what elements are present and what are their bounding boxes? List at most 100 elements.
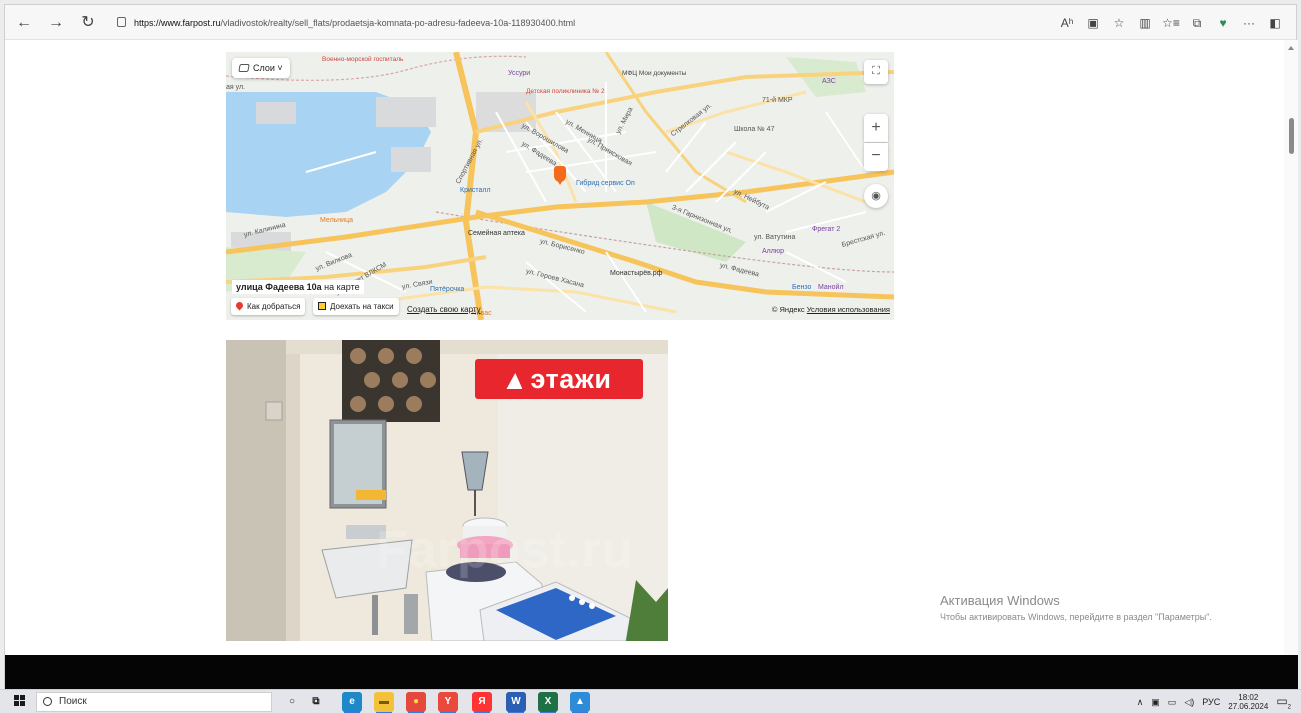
- zoom-out-button[interactable]: −: [864, 143, 888, 171]
- fullscreen-button[interactable]: ⛶: [864, 60, 888, 84]
- taxi-button-label: Доехать на такси: [330, 302, 394, 311]
- brand-label: этажи: [530, 364, 612, 394]
- terms-link[interactable]: Условия использования: [807, 305, 890, 314]
- map-label-fregat: Фрегат 2: [812, 226, 841, 233]
- browser-toolbar: ← → ↻ https://www.farpost.ru/vladivostok…: [5, 5, 1296, 40]
- taxi-button[interactable]: Доехать на такси: [313, 298, 399, 315]
- activation-title: Активация Windows: [940, 593, 1060, 608]
- route-button[interactable]: Как добраться: [231, 298, 306, 315]
- favorite-icon[interactable]: ☆: [1106, 12, 1132, 34]
- photo-watermark: Farpost.ru: [376, 521, 634, 579]
- notification-center-icon[interactable]: ▭2: [1276, 694, 1291, 710]
- map-label-ussuri: Уссури: [508, 70, 531, 77]
- scroll-up-arrow-icon[interactable]: [1288, 46, 1294, 50]
- tray-display-icon[interactable]: ▭: [1168, 697, 1177, 708]
- route-pin-icon: [234, 300, 245, 311]
- taskbar-chrome-icon[interactable]: ●: [406, 692, 426, 713]
- windows-taskbar: Поиск ○ ⧉ e ▬ ● Y Я W X ▲ ∧ ▣ ▭ ◁) РУС 18:02 27.06…: [0, 689, 1301, 713]
- map-label-gibrid: Гибрид сервис Оп: [576, 180, 635, 187]
- geolocation-button[interactable]: ◉: [864, 184, 888, 208]
- collections-icon[interactable]: ⧉: [1184, 12, 1210, 34]
- browser-toolbar-icons: Aʰ ▣ ☆ ▥ ☆≡ ⧉ ♥ ··· ◧: [1054, 12, 1288, 34]
- tray-clock[interactable]: 18:02 27.06.2024: [1228, 693, 1268, 711]
- taskbar-search-input[interactable]: Поиск: [36, 692, 272, 712]
- yandex-map[interactable]: Военно-морской госпиталь Уссури МФЦ Мои …: [226, 52, 894, 320]
- clock-time: 18:02: [1238, 693, 1259, 702]
- read-aloud-icon[interactable]: Aʰ: [1054, 12, 1080, 34]
- taskbar-excel-icon[interactable]: X: [538, 692, 558, 713]
- reload-button[interactable]: ↻: [77, 12, 99, 34]
- address-bar[interactable]: https://www.farpost.ru/vladivostok/realt…: [109, 11, 1009, 35]
- map-label-pyaterochka: Пятёрочка: [430, 286, 465, 293]
- map-label-melnitsa: Мельница: [320, 217, 353, 224]
- taskbar-photos-icon[interactable]: ▲: [570, 692, 590, 713]
- url-path: /vladivostok/realty/sell_flats/prodaetsj…: [220, 18, 576, 28]
- map-label-azs: АЗС: [822, 78, 836, 85]
- chevron-down-icon: ˅: [277, 63, 283, 73]
- map-street-fragment: ая ул.: [226, 84, 246, 91]
- map-label-benzo: Бензо: [792, 284, 812, 291]
- map-street-vatutina: ул. Ватутина: [754, 234, 796, 241]
- brand-badge: этажи: [475, 359, 643, 399]
- map-label-mfc: МФЦ Мои документы: [622, 70, 687, 77]
- url-host: https://www.farpost.ru: [134, 18, 221, 28]
- clock-date: 27.06.2024: [1228, 702, 1269, 711]
- search-icon: [43, 697, 52, 706]
- taskbar-yandex-browser-icon[interactable]: Y: [438, 692, 458, 713]
- taskbar-yandex-icon[interactable]: Я: [472, 692, 492, 713]
- map-label-school: Школа № 47: [734, 126, 775, 133]
- scroll-thumb[interactable]: [1289, 118, 1294, 154]
- map-label-kristall: Кристалл: [460, 187, 491, 194]
- notification-count: 2: [1287, 704, 1291, 711]
- tray-chevron-up-icon[interactable]: ∧: [1137, 697, 1144, 708]
- layers-label: Слои: [253, 63, 275, 73]
- more-menu-icon[interactable]: ···: [1236, 12, 1262, 34]
- route-button-label: Как добраться: [247, 302, 301, 311]
- layers-button[interactable]: Слои ˅: [232, 58, 290, 78]
- taskbar-explorer-icon[interactable]: ▬: [374, 692, 394, 713]
- zoom-in-button[interactable]: +: [864, 114, 888, 142]
- activation-subtitle: Чтобы активировать Windows, перейдите в …: [940, 612, 1212, 622]
- location-pin-icon[interactable]: [554, 166, 566, 185]
- map-label-children-clinic: Детская поликлиника № 2: [526, 88, 605, 95]
- map-copyright: © Яндекс Условия использования: [772, 305, 890, 314]
- immersive-reader-icon[interactable]: ▣: [1080, 12, 1106, 34]
- map-label-manoil: Манойл: [818, 284, 844, 291]
- taskbar-edge-icon[interactable]: e: [342, 692, 362, 713]
- map-address-title[interactable]: улица Фадеева 10а на карте: [232, 280, 364, 294]
- create-map-link[interactable]: Создать свою карту: [407, 305, 481, 314]
- search-placeholder: Поиск: [59, 696, 87, 707]
- map-label-family-pharmacy: Семейная аптека: [468, 230, 525, 237]
- tray-network-icon[interactable]: ▣: [1151, 697, 1160, 708]
- black-overlay-band: [5, 655, 1298, 690]
- taskbar-word-icon[interactable]: W: [506, 692, 526, 713]
- windows-start-icon[interactable]: [14, 695, 26, 707]
- extension-icon[interactable]: ♥: [1210, 12, 1236, 34]
- brand-logo-icon: [506, 373, 523, 389]
- layers-icon: [238, 64, 250, 72]
- lock-icon: [117, 17, 126, 27]
- browser-window: ← → ↻ https://www.farpost.ru/vladivostok…: [4, 4, 1298, 690]
- copyright-prefix: © Яндекс: [771, 305, 807, 314]
- system-tray: ∧ ▣ ▭ ◁) РУС 18:02 27.06.2024 ▭2: [1129, 692, 1291, 712]
- taxi-icon: [318, 302, 326, 310]
- map-label-allur: Аллюр: [762, 248, 784, 255]
- split-screen-icon[interactable]: ▥: [1132, 12, 1158, 34]
- favorites-list-icon[interactable]: ☆≡: [1158, 12, 1184, 34]
- map-address-suffix: на карте: [321, 282, 360, 292]
- map-label-monastyrev: Монастырёв.рф: [610, 270, 663, 277]
- page-viewport: Военно-морской госпиталь Уссури МФЦ Мои …: [5, 40, 1298, 655]
- map-label-hospital: Военно-морской госпиталь: [322, 56, 404, 63]
- listing-photo[interactable]: Farpost.ru этажи: [226, 340, 668, 641]
- map-address-bold: улица Фадеева 10а: [236, 282, 322, 292]
- sidebar-icon[interactable]: ◧: [1262, 12, 1288, 34]
- taskbar-task-view-icon[interactable]: ⧉: [306, 692, 326, 712]
- taskbar-cortana-icon[interactable]: ○: [282, 692, 302, 712]
- tray-language[interactable]: РУС: [1202, 697, 1220, 707]
- forward-button[interactable]: →: [45, 12, 67, 34]
- tray-volume-icon[interactable]: ◁): [1184, 697, 1194, 708]
- map-label-71-mkr: 71-й МКР: [762, 97, 793, 104]
- page-scrollbar[interactable]: [1284, 40, 1298, 655]
- back-button[interactable]: ←: [13, 12, 35, 34]
- windows-activation-notice: Активация Windows Чтобы активировать Win…: [940, 593, 1260, 622]
